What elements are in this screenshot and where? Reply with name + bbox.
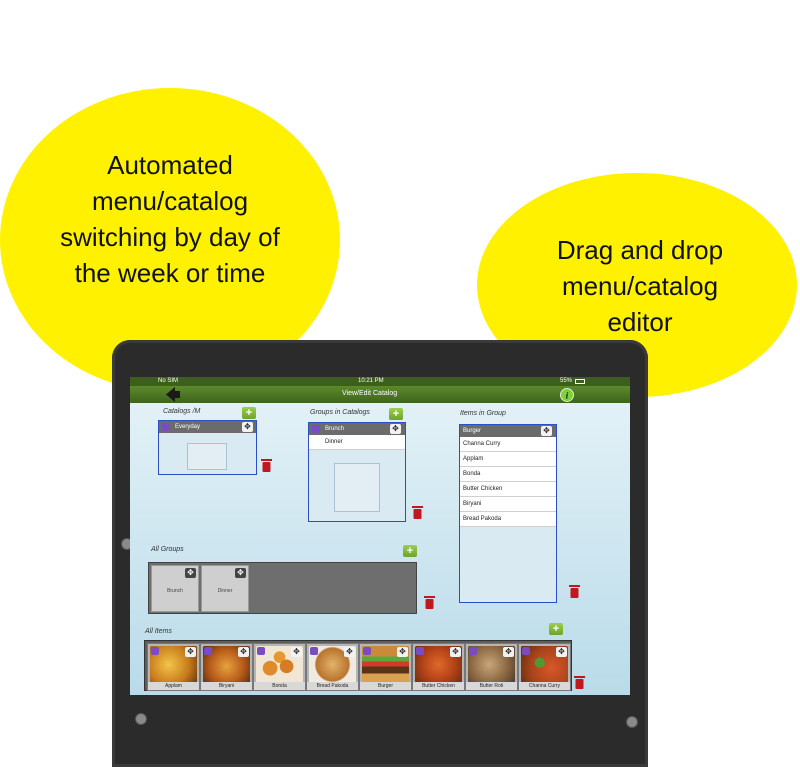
move-icon[interactable]: ✥ <box>185 647 196 657</box>
battery-percent: 55% <box>560 378 573 384</box>
item-tile-label: Channa Curry <box>519 682 570 690</box>
move-icon[interactable]: ✥ <box>556 647 567 657</box>
group-row[interactable]: Brunch ✥ <box>309 423 405 435</box>
delete-all-group-trash-icon[interactable] <box>424 596 435 609</box>
tag-icon <box>522 647 530 655</box>
tag-icon <box>204 647 212 655</box>
item-tile[interactable]: ✥ Bonda <box>253 643 306 691</box>
move-icon[interactable]: ✥ <box>503 647 514 657</box>
battery-icon <box>575 379 585 384</box>
item-tile-label: Burger <box>360 682 411 690</box>
item-tile[interactable]: ✥ Butter Chicken <box>412 643 465 691</box>
right-callout-text: Drag and drop menu/catalog editor <box>556 235 724 337</box>
catalog-name: Everyday <box>175 424 201 430</box>
items-group-header[interactable]: Burger ✥ <box>460 425 556 437</box>
move-icon[interactable]: ✥ <box>238 647 249 657</box>
group-tile[interactable]: ✥ Dinner <box>201 565 249 612</box>
status-bar: No SIM 10:21 PM 55% <box>130 377 630 386</box>
page-title: View/Edit Catalog <box>342 390 398 397</box>
tag-icon <box>151 647 159 655</box>
item-group-name: Burger <box>463 428 482 434</box>
item-tile[interactable]: ✥ Bread Pakoda <box>306 643 359 691</box>
delete-all-item-trash-icon[interactable] <box>574 676 585 689</box>
catalogs-label: Catalogs /M <box>163 408 201 415</box>
item-tile-label: Biryani <box>201 682 252 690</box>
catalogs-panel[interactable]: Everyday ✥ <box>158 420 257 475</box>
group-tile[interactable]: ✥ Brunch <box>151 565 199 612</box>
item-tile[interactable]: ✥ Channa Curry <box>518 643 571 691</box>
move-icon[interactable]: ✥ <box>242 422 253 432</box>
move-icon[interactable]: ✥ <box>291 647 302 657</box>
tag-icon <box>416 647 424 655</box>
item-tile[interactable]: ✥ Butter Roti <box>465 643 518 691</box>
tag-icon <box>363 647 371 655</box>
group-tile-label: Dinner <box>217 588 233 594</box>
move-icon[interactable]: ✥ <box>450 647 461 657</box>
delete-group-trash-icon[interactable] <box>412 506 423 519</box>
tag-icon <box>469 647 477 655</box>
add-group-button[interactable]: + <box>403 545 417 557</box>
groups-in-catalogs-panel[interactable]: Brunch ✥ Dinner <box>308 422 406 522</box>
list-item[interactable]: Butter Chicken <box>460 482 556 497</box>
all-items-strip: ✥ Applam ✥ Biryani ✥ Bonda ✥ Bread Pakod… <box>144 640 572 691</box>
list-item[interactable]: Biryani <box>460 497 556 512</box>
left-callout-text: Automated menu/catalog switching by day … <box>60 150 280 288</box>
group-name: Brunch <box>325 426 345 432</box>
group-row[interactable]: Dinner <box>309 435 405 450</box>
tag-icon <box>312 425 320 433</box>
items-in-group-label: Items in Group <box>460 410 506 417</box>
list-item[interactable]: Bread Pakoda <box>460 512 556 527</box>
add-group-to-catalog-button[interactable]: + <box>389 408 403 420</box>
all-items-label: All Items <box>145 628 172 635</box>
move-icon[interactable]: ✥ <box>541 426 552 436</box>
item-tile-label: Butter Chicken <box>413 682 464 690</box>
items-in-group-panel[interactable]: Burger ✥ Channa Curry Applam Bonda Butte… <box>459 424 557 603</box>
item-tile[interactable]: ✥ Biryani <box>200 643 253 691</box>
list-item[interactable]: Channa Curry <box>460 437 556 452</box>
carrier-label: No SIM <box>158 378 179 384</box>
group-tile-label: Brunch <box>167 588 183 594</box>
list-item[interactable]: Applam <box>460 452 556 467</box>
move-icon[interactable]: ✥ <box>235 568 246 578</box>
add-item-button[interactable]: + <box>549 623 563 635</box>
item-tile[interactable]: ✥ Applam <box>147 643 200 691</box>
catalog-selected-row[interactable]: Everyday ✥ <box>159 421 256 433</box>
all-groups-strip: ✥ Brunch ✥ Dinner <box>148 562 417 614</box>
status-time: 10:21 PM <box>358 378 384 384</box>
add-catalog-button[interactable]: + <box>242 407 256 419</box>
move-icon[interactable]: ✥ <box>185 568 196 578</box>
all-groups-label: All Groups <box>151 546 184 553</box>
catalog-thumbnail <box>187 443 227 470</box>
item-tile-label: Applam <box>148 682 199 690</box>
info-icon[interactable]: i <box>560 388 574 402</box>
group-thumbnail <box>334 463 380 512</box>
device-screw <box>135 713 147 725</box>
item-tile-label: Bread Pakoda <box>307 682 358 690</box>
tag-icon <box>257 647 265 655</box>
tag-icon <box>162 423 170 431</box>
app-screen: No SIM 10:21 PM 55% View/Edit Catalog i … <box>130 377 630 695</box>
back-arrow-icon[interactable] <box>166 387 180 402</box>
move-icon[interactable]: ✥ <box>390 424 401 434</box>
tag-icon <box>310 647 318 655</box>
device-screw <box>626 716 638 728</box>
nav-bar: View/Edit Catalog i <box>130 386 630 403</box>
item-tile[interactable]: ✥ Burger <box>359 643 412 691</box>
groups-in-catalogs-label: Groups in Catalogs <box>310 409 370 416</box>
item-tile-label: Butter Roti <box>466 682 517 690</box>
list-item[interactable]: Bonda <box>460 467 556 482</box>
item-tile-label: Bonda <box>254 682 305 690</box>
move-icon[interactable]: ✥ <box>344 647 355 657</box>
delete-item-trash-icon[interactable] <box>569 585 580 598</box>
delete-catalog-trash-icon[interactable] <box>261 459 272 472</box>
move-icon[interactable]: ✥ <box>397 647 408 657</box>
